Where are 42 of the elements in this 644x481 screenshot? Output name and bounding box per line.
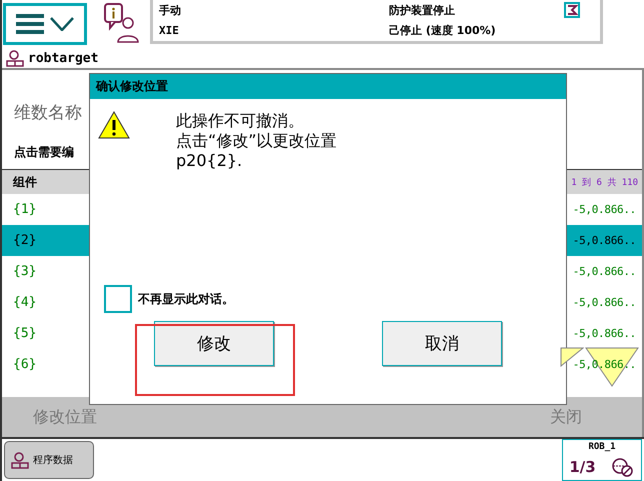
value-cell: -5,0.866.. bbox=[572, 265, 636, 278]
menu-icon bbox=[16, 13, 44, 35]
component-cell: {3} bbox=[13, 264, 36, 279]
dialog-message-line: 点击“修改”以更改位置 bbox=[176, 131, 337, 151]
checkbox-label: 不再显示此对话。 bbox=[138, 290, 234, 308]
component-cell: {5} bbox=[13, 326, 36, 341]
value-cell: -5,0.866.. bbox=[572, 358, 636, 371]
component-cell: {4} bbox=[13, 295, 36, 310]
checkbox[interactable] bbox=[104, 285, 132, 313]
component-cell: {6} bbox=[13, 357, 36, 372]
status-icon bbox=[564, 2, 580, 18]
menu-button[interactable] bbox=[3, 3, 87, 45]
fraction-text: 1/3 bbox=[569, 458, 596, 476]
dialog-message-line: 此操作不可撤消。 bbox=[176, 111, 305, 131]
component-cell: {1} bbox=[13, 202, 36, 217]
controller-name: XIE bbox=[159, 24, 180, 38]
value-cell: -5,0.866.. bbox=[572, 296, 636, 309]
unit-name: ROB_1 bbox=[588, 442, 616, 452]
dimension-name-label: 维数名称 bbox=[14, 102, 82, 124]
program-data-button[interactable]: 程序数据 bbox=[4, 441, 94, 479]
user-icon bbox=[11, 451, 29, 469]
value-cell: -5,0.866.. bbox=[572, 234, 636, 247]
warning-icon bbox=[98, 111, 130, 139]
mode-text: 手动 bbox=[159, 2, 182, 18]
dialog-title: 确认修改位置 bbox=[90, 74, 566, 99]
dialog-message-line: p20{2}. bbox=[176, 151, 244, 171]
chevron-down-icon bbox=[50, 17, 74, 31]
column-header: 组件 bbox=[13, 174, 37, 190]
row-range-text: 1 到 6 共 110 bbox=[571, 176, 638, 188]
safety-status-text: 防护装置停止 bbox=[389, 2, 456, 18]
user-icon bbox=[6, 49, 24, 67]
cancel-button[interactable]: 取消 bbox=[382, 321, 502, 366]
info-person-icon[interactable] bbox=[104, 3, 140, 43]
value-cell: -5,0.866.. bbox=[572, 203, 636, 216]
instruction-text: 点击需要编 bbox=[14, 144, 75, 161]
modify-button[interactable]: 修改 bbox=[154, 321, 274, 366]
breadcrumb-text: robtarget bbox=[28, 50, 98, 66]
run-state-text: 己停止 (速度 100%) bbox=[389, 23, 497, 38]
component-cell: {2} bbox=[13, 233, 36, 248]
value-cell: -5,0.866.. bbox=[572, 327, 636, 340]
robot-disabled-icon bbox=[610, 457, 632, 477]
robot-unit-panel[interactable]: ROB_1 1/3 bbox=[562, 439, 642, 481]
